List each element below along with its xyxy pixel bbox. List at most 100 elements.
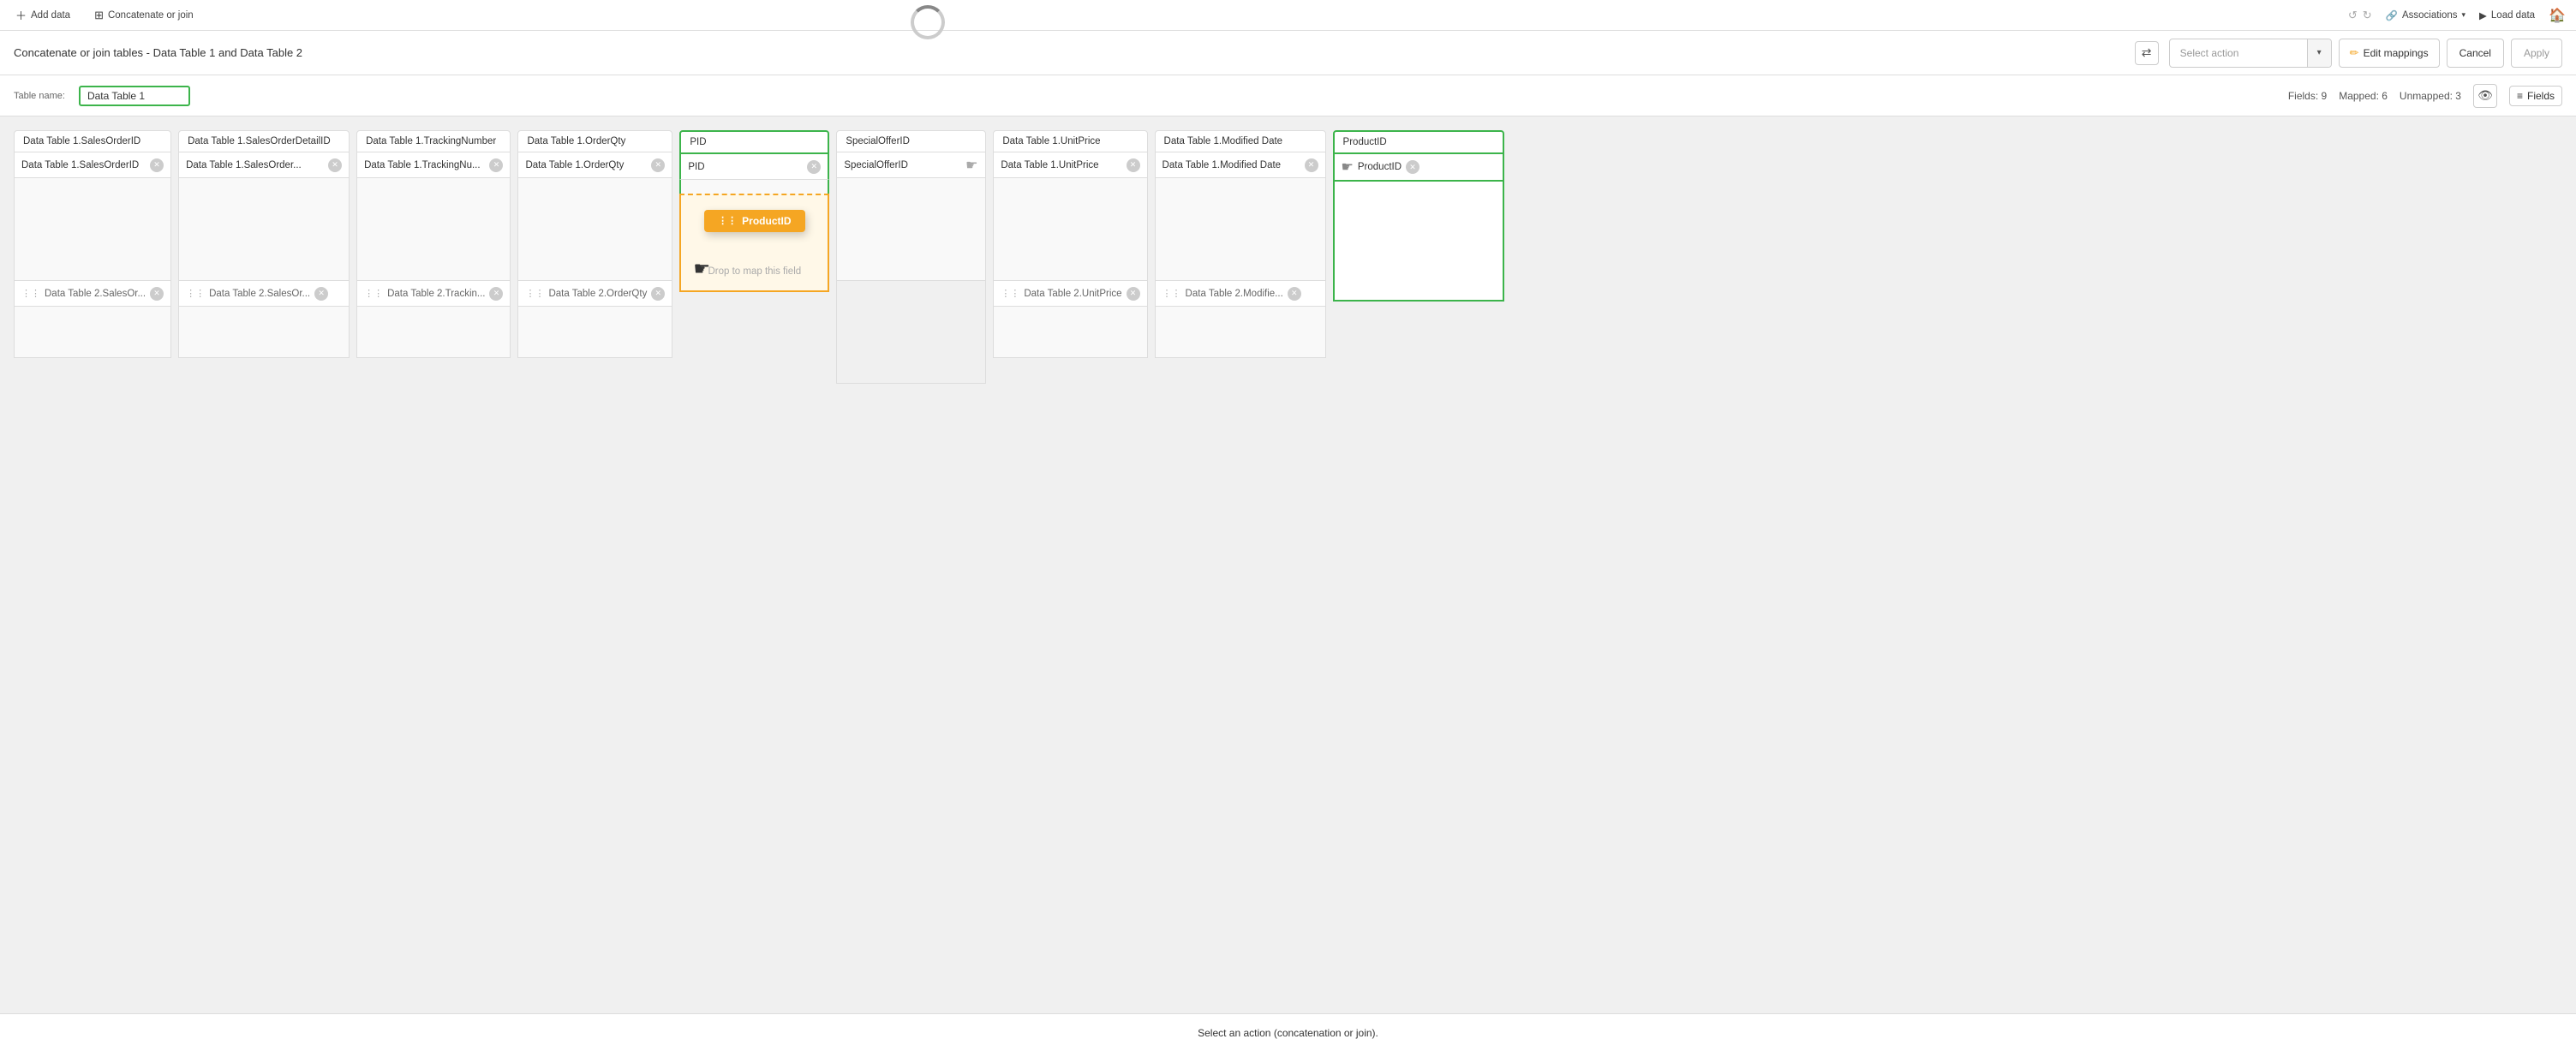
cell-close-row2-button[interactable]: ✕ <box>314 287 328 301</box>
swap-button[interactable]: ⇄ <box>2135 41 2159 65</box>
undo-redo-group: ↺ ↻ <box>2348 9 2372 22</box>
edit-mappings-button[interactable]: ✏ Edit mappings <box>2339 39 2440 68</box>
loading-spinner <box>902 9 953 35</box>
col-cell-empty-2 <box>14 307 171 358</box>
unmapped-count: Unmapped: 3 <box>2400 90 2461 102</box>
col-cell-empty <box>517 178 672 281</box>
action-bar: Concatenate or join tables - Data Table … <box>0 31 2576 75</box>
col-header-label: Data Table 1.TrackingNumber <box>366 136 496 146</box>
col-cell-empty-2 <box>356 307 511 358</box>
drag-handle-icon[interactable]: ⋮⋮ <box>1162 288 1181 299</box>
cursor-icon-productid: ☛ <box>1342 158 1354 176</box>
col-header-label: Data Table 1.Modified Date <box>1164 136 1283 146</box>
column-trackingnumber: Data Table 1.TrackingNumber Data Table 1… <box>356 130 511 384</box>
column-salesorderdetailid: Data Table 1.SalesOrderDetailID Data Tab… <box>178 130 350 384</box>
drag-handle-icon[interactable]: ⋮⋮ <box>1001 288 1019 299</box>
drag-handle-icon[interactable]: ⋮⋮ <box>186 288 205 299</box>
fields-list-button[interactable]: ≡ Fields <box>2509 86 2562 106</box>
col-cell-empty <box>993 178 1147 281</box>
col-cell-row2-unitprice: ⋮⋮ Data Table 2.UnitPrice ✕ <box>993 281 1147 307</box>
associations-chevron: ▾ <box>2462 10 2466 20</box>
drop-zone[interactable]: ⋮⋮ ProductID Drop to map this field ☛ <box>679 194 829 292</box>
table-name-label: Table name: <box>14 91 65 101</box>
col-cell-row1-pid: PID ✕ <box>679 154 829 180</box>
select-action-placeholder: Select action <box>2170 47 2307 59</box>
drop-zone-text: Drop to map this field <box>708 266 801 277</box>
load-data-icon: ▶ <box>2479 9 2487 21</box>
drag-handle-icon[interactable]: ⋮⋮ <box>525 288 544 299</box>
table-name-row: Table name: Fields: 9 Mapped: 6 Unmapped… <box>0 75 2576 116</box>
column-unitprice: Data Table 1.UnitPrice Data Table 1.Unit… <box>993 130 1147 384</box>
select-action-dropdown[interactable]: Select action ▾ <box>2169 39 2332 68</box>
col-header-label: Data Table 1.OrderQty <box>527 136 625 146</box>
col-cell-empty <box>1155 178 1326 281</box>
cell-close-button[interactable]: ✕ <box>150 158 164 172</box>
col-spacer <box>679 180 829 194</box>
col-cell-row2-trackingnumber: ⋮⋮ Data Table 2.Trackin... ✕ <box>356 281 511 307</box>
fields-list-icon: ≡ <box>2517 90 2523 102</box>
col-cell-empty-2 <box>993 307 1147 358</box>
toolbar-right: ↺ ↻ 🔗 Associations ▾ ▶ Load data 🏠 <box>2348 7 2566 24</box>
mapped-count: Mapped: 6 <box>2339 90 2388 102</box>
bottom-status-bar: Select an action (concatenation or join)… <box>0 1013 2576 1051</box>
cell-close-button[interactable]: ✕ <box>1305 158 1318 172</box>
fields-count: Fields: 9 <box>2288 90 2327 102</box>
col-cell-empty <box>836 178 986 281</box>
action-title: Concatenate or join tables - Data Table … <box>14 46 2125 59</box>
concatenate-join-button[interactable]: ⊞ Concatenate or join <box>89 7 199 24</box>
main-content: Data Table 1.SalesOrderID Data Table 1.S… <box>0 116 2576 397</box>
load-data-label: Load data <box>2491 10 2535 21</box>
drag-item-productid: ⋮⋮ ProductID <box>704 210 804 232</box>
drag-handle-icon[interactable]: ⋮⋮ <box>364 288 383 299</box>
column-orderqty: Data Table 1.OrderQty Data Table 1.Order… <box>517 130 672 384</box>
add-data-label: Add data <box>31 10 70 21</box>
drag-handle-icon[interactable]: ⋮⋮ <box>21 288 40 299</box>
col-header-label: Data Table 1.SalesOrderID <box>23 136 140 146</box>
associations-icon: 🔗 <box>2386 9 2398 21</box>
col-header-label: Data Table 1.UnitPrice <box>1002 136 1100 146</box>
col-cell-row1-orderqty: Data Table 1.OrderQty ✕ <box>517 152 672 178</box>
home-button[interactable]: 🏠 <box>2549 7 2566 24</box>
col-cell-empty-1 <box>14 178 171 281</box>
cell-close-button[interactable]: ✕ <box>651 158 665 172</box>
drag-item-label: ProductID <box>742 215 791 227</box>
cell-label: PID <box>688 162 803 172</box>
redo-button[interactable]: ↻ <box>2363 9 2372 22</box>
col-cell-empty <box>356 178 511 281</box>
action-bar-right: Select action ▾ ✏ Edit mappings Cancel A… <box>2169 39 2562 68</box>
associations-button[interactable]: 🔗 Associations ▾ <box>2386 9 2465 21</box>
cell-close-button[interactable]: ✕ <box>1127 158 1140 172</box>
undo-button[interactable]: ↺ <box>2348 9 2358 22</box>
select-action-arrow[interactable]: ▾ <box>2307 39 2331 68</box>
col-header-label: PID <box>690 137 706 147</box>
cell-close-row2-button[interactable]: ✕ <box>489 287 503 301</box>
cell-close-productid-button[interactable]: ✕ <box>1406 160 1419 174</box>
cell-close-row2-button[interactable]: ✕ <box>150 287 164 301</box>
spinner-graphic <box>911 5 945 39</box>
cell-label: Data Table 1.UnitPrice <box>1001 160 1121 170</box>
cell-close-row2-button[interactable]: ✕ <box>1127 287 1140 301</box>
col-cell-empty-2 <box>517 307 672 358</box>
load-data-button[interactable]: ▶ Load data <box>2479 9 2535 21</box>
cell-close-button[interactable]: ✕ <box>807 160 821 174</box>
add-data-button[interactable]: ＋ Add data <box>10 5 75 25</box>
cell-close-button[interactable]: ✕ <box>489 158 503 172</box>
cell-close-button[interactable]: ✕ <box>328 158 342 172</box>
cell-close-button[interactable]: ☛ <box>965 158 978 172</box>
col-header-salesorderdetailid: Data Table 1.SalesOrderDetailID <box>178 130 350 152</box>
col-header-label: Data Table 1.SalesOrderDetailID <box>188 136 331 146</box>
col-header-trackingnumber: Data Table 1.TrackingNumber <box>356 130 511 152</box>
table-name-input[interactable] <box>79 86 190 106</box>
visibility-toggle-button[interactable]: 👁 <box>2473 84 2497 108</box>
associations-label: Associations <box>2402 10 2458 21</box>
apply-button[interactable]: Apply <box>2511 39 2562 68</box>
cell-close-row2-button[interactable]: ✕ <box>651 287 665 301</box>
col-productid-empty-lower <box>1333 182 1504 302</box>
col-cell-row1-modifieddate: Data Table 1.Modified Date ✕ <box>1155 152 1326 178</box>
cell-close-row2-button[interactable]: ✕ <box>1288 287 1301 301</box>
col-cell-row1-specialofferid: SpecialOfferID ☛ <box>836 152 986 178</box>
col-cell-row1-salesorderdetailid: Data Table 1.SalesOrder... ✕ <box>178 152 350 178</box>
cancel-button[interactable]: Cancel <box>2447 39 2504 68</box>
col-cell-row1-productid: ☛ ProductID ✕ <box>1333 154 1504 182</box>
cell-label: Data Table 1.SalesOrder... <box>186 160 324 170</box>
